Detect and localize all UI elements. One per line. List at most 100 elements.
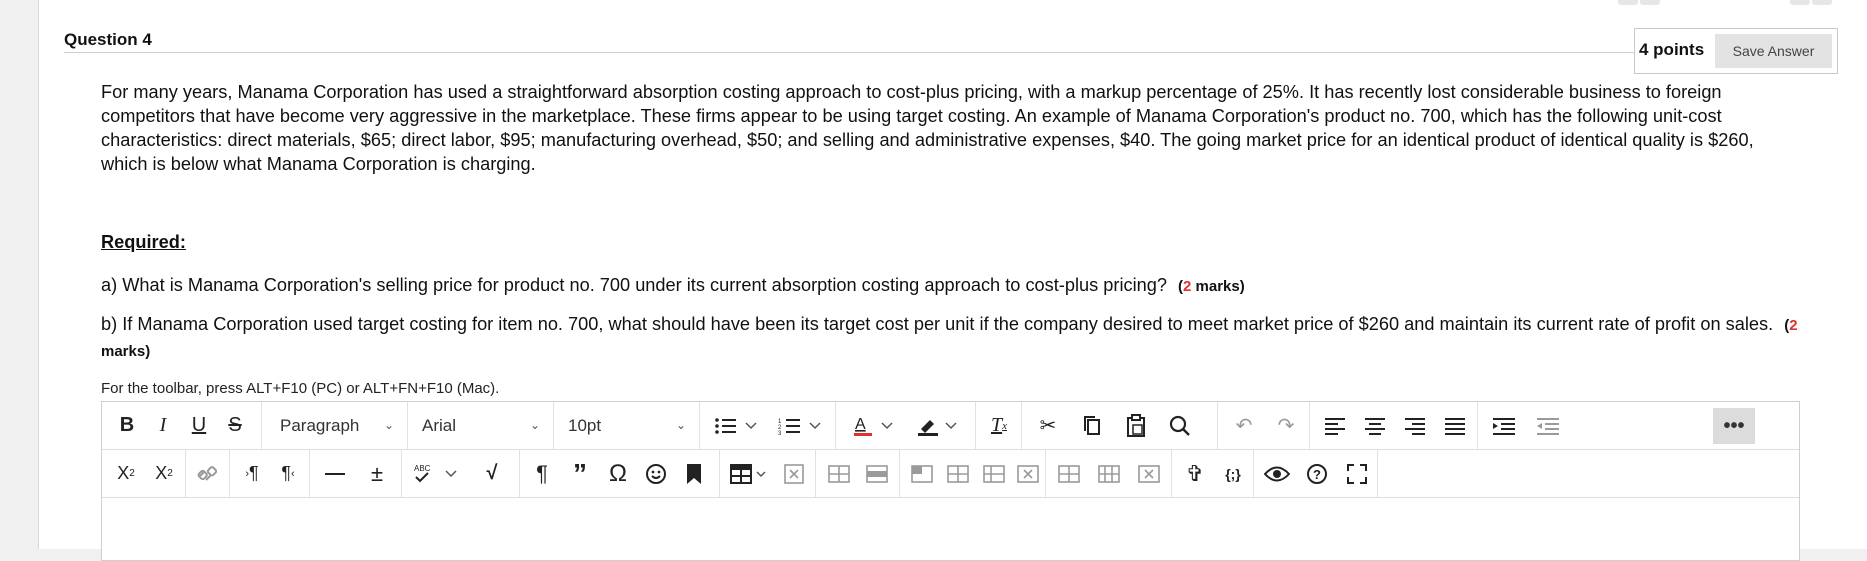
bullet-list-icon[interactable] xyxy=(706,402,766,449)
history-group: ↶ ↷ xyxy=(1218,402,1310,449)
indent-icon[interactable] xyxy=(1484,402,1524,449)
blockquote-icon[interactable]: ” xyxy=(562,450,598,497)
table-group xyxy=(720,450,816,497)
clear-format-icon[interactable]: Tx xyxy=(982,402,1016,449)
editor-content-area[interactable] xyxy=(102,499,1799,559)
font-size-select[interactable]: 10pt xyxy=(568,402,688,449)
unlink-icon[interactable] xyxy=(190,450,226,497)
required-heading: Required: xyxy=(101,232,186,252)
more-icon[interactable]: ••• xyxy=(1713,408,1755,444)
marks-number: 2 xyxy=(1789,317,1798,334)
top-control[interactable] xyxy=(1618,0,1638,5)
outdent-icon[interactable] xyxy=(1528,402,1568,449)
svg-text:?: ? xyxy=(1313,467,1321,482)
chevron-down-icon[interactable]: ⌄ xyxy=(676,418,686,432)
insert-row-icon[interactable] xyxy=(820,450,858,497)
color-group: A xyxy=(836,402,976,449)
merge-cells-icon[interactable] xyxy=(1050,450,1088,497)
cut-icon[interactable]: ✂ xyxy=(1028,402,1068,449)
bold-icon[interactable]: B xyxy=(110,402,144,449)
block-format-group: Paragraph ⌄ xyxy=(262,402,408,449)
font-size-group: 10pt ⌄ xyxy=(554,402,700,449)
preview-icon[interactable] xyxy=(1258,450,1296,497)
align-right-icon[interactable] xyxy=(1396,402,1434,449)
subscript-icon[interactable]: X2 xyxy=(146,450,182,497)
format-group: B I U S xyxy=(102,402,262,449)
undo-icon[interactable]: ↶ xyxy=(1224,402,1264,449)
plus-minus-icon[interactable]: ± xyxy=(358,450,396,497)
math-icon[interactable]: √ xyxy=(472,450,512,497)
find-icon[interactable] xyxy=(1160,402,1200,449)
align-center-icon[interactable] xyxy=(1356,402,1394,449)
chevron-down-icon[interactable]: ⌄ xyxy=(384,418,394,432)
emoji-icon[interactable] xyxy=(638,450,674,497)
delete-cell-icon[interactable] xyxy=(1130,450,1168,497)
font-size-value: 10pt xyxy=(568,415,602,435)
table-icon[interactable] xyxy=(724,450,774,497)
strikethrough-icon[interactable]: S xyxy=(218,402,252,449)
rtl-icon[interactable]: ¶ ‹ xyxy=(270,450,306,497)
svg-text:A: A xyxy=(855,416,866,433)
bookmark-icon[interactable] xyxy=(676,450,712,497)
highlight-icon[interactable] xyxy=(908,402,968,449)
font-family-group: Arial ⌄ xyxy=(408,402,554,449)
ltr-icon[interactable]: › ¶ xyxy=(234,450,270,497)
block-format-select[interactable]: Paragraph xyxy=(280,402,400,449)
rich-text-editor[interactable]: B I U S Paragraph ⌄ Arial ⌄ 10pt ⌄ 123 A… xyxy=(101,401,1800,561)
svg-text:ABC: ABC xyxy=(414,464,431,473)
align-left-icon[interactable] xyxy=(1316,402,1354,449)
part-b-text: b) If Manama Corporation used target cos… xyxy=(101,314,1774,334)
indent-group xyxy=(1478,402,1574,449)
special-group: ¶ ” Ω xyxy=(520,450,720,497)
part-a: a) What is Manama Corporation's selling … xyxy=(101,273,1801,299)
question-title: Question 4 xyxy=(64,30,152,49)
omega-icon[interactable]: Ω xyxy=(600,450,636,497)
paste-icon[interactable] xyxy=(1116,402,1156,449)
delete-col-icon[interactable] xyxy=(1010,450,1046,497)
svg-text:3: 3 xyxy=(778,431,782,436)
horizontal-rule-icon[interactable] xyxy=(316,450,354,497)
clipboard-group: ✂ xyxy=(1022,402,1218,449)
chevron-down-icon[interactable]: ⌄ xyxy=(530,418,540,432)
delete-row-icon[interactable] xyxy=(858,450,896,497)
cell-props-icon[interactable] xyxy=(904,450,940,497)
marks-close: marks) xyxy=(1191,278,1245,295)
delete-table-icon[interactable] xyxy=(776,450,812,497)
text-color-icon[interactable]: A xyxy=(844,402,904,449)
top-control[interactable] xyxy=(1790,0,1810,5)
question-body: For many years, Manama Corporation has u… xyxy=(101,80,1801,176)
accessibility-icon[interactable]: ✞ xyxy=(1176,450,1214,497)
code-icon[interactable]: {;} xyxy=(1214,450,1252,497)
save-answer-button[interactable]: Save Answer xyxy=(1715,34,1832,68)
help-icon[interactable]: ? xyxy=(1298,450,1336,497)
font-family-value: Arial xyxy=(422,415,457,435)
justify-icon[interactable] xyxy=(1436,402,1474,449)
font-family-select[interactable]: Arial xyxy=(422,402,542,449)
link-group xyxy=(186,450,230,497)
clear-group: Tx xyxy=(976,402,1022,449)
underline-icon[interactable]: U xyxy=(182,402,216,449)
redo-icon[interactable]: ↷ xyxy=(1266,402,1306,449)
spellcheck-icon[interactable]: ABC xyxy=(406,450,466,497)
insert-col-after-icon[interactable] xyxy=(976,450,1012,497)
part-a-text: a) What is Manama Corporation's selling … xyxy=(101,275,1167,295)
copy-icon[interactable] xyxy=(1072,402,1112,449)
fullscreen-icon[interactable] xyxy=(1338,450,1376,497)
top-control[interactable] xyxy=(1812,0,1832,5)
direction-group: › ¶ ¶ ‹ xyxy=(230,450,310,497)
top-control[interactable] xyxy=(1640,0,1660,5)
toolbar-row-2: X2 X2 › ¶ ¶ ‹ ± ABC √ ¶ ” Ω ✞ {;} ? xyxy=(102,450,1799,498)
toolbar-hint: For the toolbar, press ALT+F10 (PC) or A… xyxy=(101,380,500,397)
merge-group xyxy=(1046,450,1172,497)
align-group xyxy=(1310,402,1478,449)
toolbar-row-1: B I U S Paragraph ⌄ Arial ⌄ 10pt ⌄ 123 A… xyxy=(102,402,1799,450)
italic-icon[interactable]: I xyxy=(146,402,180,449)
part-b: b) If Manama Corporation used target cos… xyxy=(101,312,1801,364)
a11y-group: ✞ {;} xyxy=(1172,450,1254,497)
split-cells-icon[interactable] xyxy=(1090,450,1128,497)
cell-group xyxy=(900,450,1046,497)
numbered-list-icon[interactable]: 123 xyxy=(770,402,830,449)
insert-col-before-icon[interactable] xyxy=(940,450,976,497)
superscript-icon[interactable]: X2 xyxy=(108,450,144,497)
pilcrow-icon[interactable]: ¶ xyxy=(524,450,560,497)
